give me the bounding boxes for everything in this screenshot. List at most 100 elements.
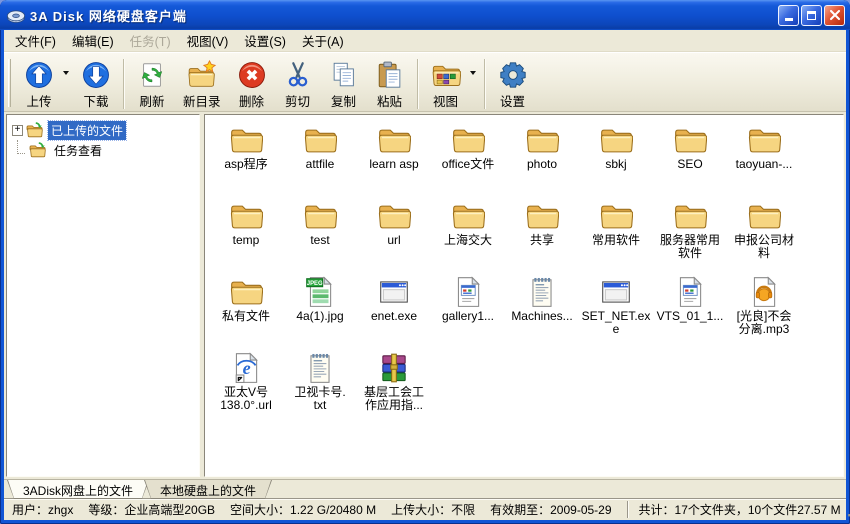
app-window: 3A Disk 网络硬盘客户端 文件(F)编辑(E)任务(T)视图(V)设置(S… <box>0 0 850 524</box>
file-item[interactable]: photo <box>505 123 579 199</box>
file-item[interactable]: e亚太V号 138.0°.url <box>209 351 283 427</box>
toolbar-separator <box>123 59 125 109</box>
folder-icon <box>303 123 337 157</box>
refresh-icon <box>137 60 167 90</box>
toolbar-view-label: 视图 <box>433 91 458 110</box>
sidebar-item-uploaded-files[interactable]: + 已上传的文件 <box>7 120 199 140</box>
menu-item-edit[interactable]: 编辑(E) <box>64 28 122 53</box>
toolbar-paste-label: 粘贴 <box>377 91 402 110</box>
file-label: office文件 <box>442 158 494 171</box>
toolbar-paste-button[interactable]: 粘贴 <box>367 56 413 113</box>
tab-label: 3ADisk网盘上的文件 <box>8 480 148 498</box>
tab-label: 本地硬盘上的文件 <box>145 480 271 498</box>
file-item[interactable]: asp程序 <box>209 123 283 199</box>
toolbar-settings-button[interactable]: 设置 <box>490 56 536 113</box>
file-item[interactable]: temp <box>209 199 283 275</box>
menu-item-about[interactable]: 关于(A) <box>294 28 352 53</box>
toolbar-delete-button[interactable]: 删除 <box>229 56 275 113</box>
tab-remote-files[interactable]: 3ADisk网盘上的文件 <box>7 480 149 499</box>
folder-tree-panel: + 已上传的文件任务查看 <box>6 114 200 477</box>
file-item[interactable]: SEO <box>653 123 727 199</box>
file-item[interactable]: office文件 <box>431 123 505 199</box>
download-icon <box>81 60 111 90</box>
menu-item-view[interactable]: 视图(V) <box>179 28 237 53</box>
file-item[interactable]: 基层工会工 作应用指... <box>357 351 431 427</box>
sidebar-item-label: 已上传的文件 <box>48 121 126 140</box>
file-label: sbkj <box>605 158 626 171</box>
file-label: Machines... <box>511 310 572 323</box>
file-item[interactable]: taoyuan-... <box>727 123 801 199</box>
toolbar-refresh-button[interactable]: 刷新 <box>129 56 175 113</box>
settings-icon <box>498 60 528 90</box>
folder-icon <box>229 123 263 157</box>
menu-item-file[interactable]: 文件(F) <box>7 28 64 53</box>
file-item[interactable]: sbkj <box>579 123 653 199</box>
view-dropdown-button[interactable] <box>469 56 480 90</box>
status-bar: 用户：zhgx等级：企业高端型20GB空间大小：1.22 G/20480 M上传… <box>4 498 846 520</box>
toolbar-cut-button[interactable]: 剪切 <box>275 56 321 113</box>
file-item[interactable]: [光良]不会 分离.mp3 <box>727 275 801 351</box>
folder-icon <box>451 199 485 233</box>
sidebar-item-task-view[interactable]: 任务查看 <box>7 140 199 160</box>
file-item[interactable]: Machines... <box>505 275 579 351</box>
toolbar-view-button[interactable]: 视图 <box>423 56 469 113</box>
file-item[interactable]: 卫视卡号. txt <box>283 351 357 427</box>
file-label: SEO <box>677 158 702 171</box>
toolbar-upload-button[interactable]: 上传 <box>16 56 62 113</box>
url-file-icon: e <box>229 351 263 385</box>
file-label: [光良]不会 分离.mp3 <box>737 310 792 336</box>
folder-icon <box>377 199 411 233</box>
toolbar-download-button[interactable]: 下载 <box>73 56 119 113</box>
file-label: 私有文件 <box>222 310 270 323</box>
paste-icon <box>375 60 405 90</box>
folder-icon <box>451 123 485 157</box>
upload-dropdown-button[interactable] <box>62 56 73 90</box>
file-item[interactable]: 服务器常用 软件 <box>653 199 727 275</box>
file-item[interactable]: 共享 <box>505 199 579 275</box>
tab-local-files[interactable]: 本地硬盘上的文件 <box>144 480 272 499</box>
status-field: 空间大小：1.22 G/20480 M <box>230 501 376 518</box>
file-label: 服务器常用 软件 <box>660 234 720 260</box>
toolbar-grip[interactable] <box>8 59 11 107</box>
file-item[interactable]: 申报公司材 料 <box>727 199 801 275</box>
file-label: gallery1... <box>442 310 494 323</box>
folder-icon <box>673 123 707 157</box>
file-label: enet.exe <box>371 310 417 323</box>
minimize-button[interactable] <box>778 5 799 26</box>
svg-text:JPEG: JPEG <box>307 281 323 287</box>
file-label: photo <box>527 158 557 171</box>
file-item[interactable]: test <box>283 199 357 275</box>
folder-icon <box>747 123 781 157</box>
sidebar-item-label: 任务查看 <box>51 141 105 160</box>
file-item[interactable]: 私有文件 <box>209 275 283 351</box>
jpeg-file-icon: JPEG <box>303 275 337 309</box>
copy-icon <box>329 60 359 90</box>
file-label: 常用软件 <box>592 234 640 247</box>
title-bar[interactable]: 3A Disk 网络硬盘客户端 <box>0 0 850 30</box>
file-item[interactable]: gallery1... <box>431 275 505 351</box>
file-item[interactable]: enet.exe <box>357 275 431 351</box>
toolbar-new-folder-button[interactable]: 新目录 <box>175 56 229 113</box>
close-button[interactable] <box>824 5 845 26</box>
status-field: 上传大小：不限 <box>391 501 475 518</box>
tree-expander-icon[interactable]: + <box>12 125 23 136</box>
app-disk-icon <box>6 5 26 25</box>
file-item[interactable]: 常用软件 <box>579 199 653 275</box>
file-label: SET_NET.exe <box>580 310 652 336</box>
file-item[interactable]: JPEG4a(1).jpg <box>283 275 357 351</box>
view-icon <box>431 60 461 90</box>
exe-file-icon <box>377 275 411 309</box>
resize-grip[interactable] <box>847 504 850 518</box>
maximize-button[interactable] <box>801 5 822 26</box>
file-label: 申报公司材 料 <box>734 234 794 260</box>
toolbar-copy-button[interactable]: 复制 <box>321 56 367 113</box>
file-item[interactable]: learn asp <box>357 123 431 199</box>
menu-item-settings[interactable]: 设置(S) <box>236 28 294 53</box>
file-item[interactable]: attfile <box>283 123 357 199</box>
toolbar-delete-label: 删除 <box>239 91 264 110</box>
file-item[interactable]: VTS_01_1... <box>653 275 727 351</box>
file-item[interactable]: url <box>357 199 431 275</box>
rar-file-icon <box>377 351 411 385</box>
file-item[interactable]: SET_NET.exe <box>579 275 653 351</box>
file-item[interactable]: 上海交大 <box>431 199 505 275</box>
